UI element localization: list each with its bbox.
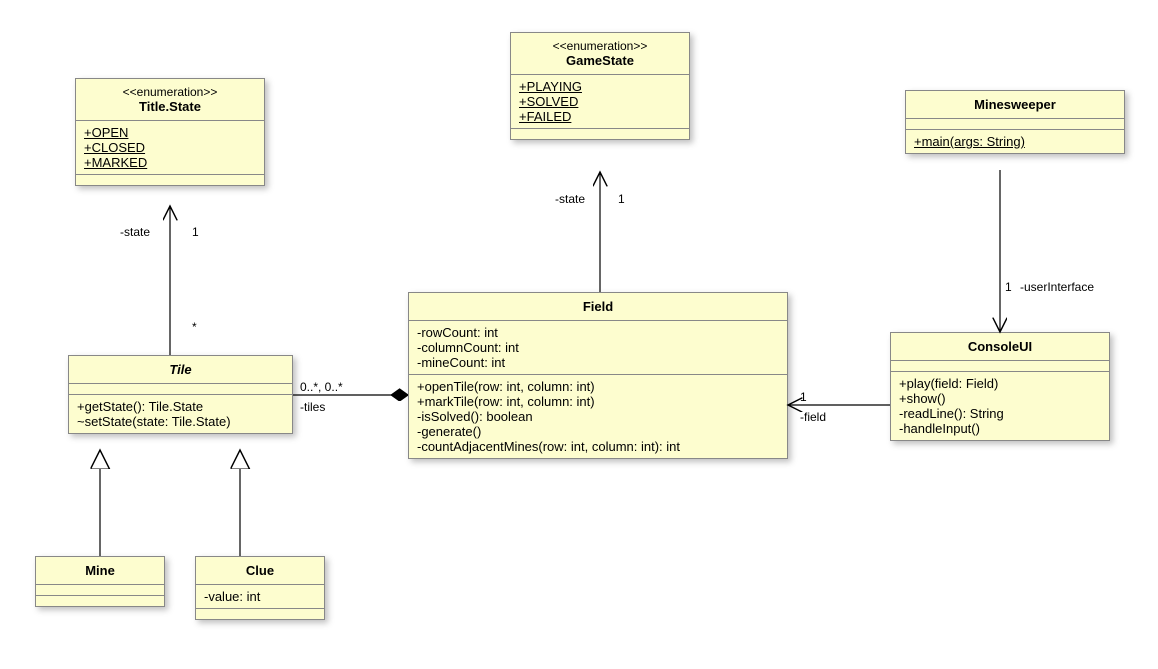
tile-methods: +getState(): Tile.State ~setState(state:… bbox=[69, 394, 292, 433]
method: ~setState(state: Tile.State) bbox=[77, 414, 284, 429]
title-state-stereotype: <<enumeration>> bbox=[84, 85, 256, 99]
class-field: Field -rowCount: int -columnCount: int -… bbox=[408, 292, 788, 459]
label-userinterface: -userInterface bbox=[1020, 280, 1094, 294]
attr: -rowCount: int bbox=[417, 325, 779, 340]
method: +markTile(row: int, column: int) bbox=[417, 394, 779, 409]
enum-value: +MARKED bbox=[84, 155, 256, 170]
method: -generate() bbox=[417, 424, 779, 439]
class-minesweeper: Minesweeper +main(args: String) bbox=[905, 90, 1125, 154]
mine-header: Mine bbox=[36, 557, 164, 584]
empty-section bbox=[511, 128, 689, 139]
clue-header: Clue bbox=[196, 557, 324, 584]
minesweeper-methods: +main(args: String) bbox=[906, 129, 1124, 153]
enum-value: +OPEN bbox=[84, 125, 256, 140]
empty-section bbox=[69, 383, 292, 394]
empty-section bbox=[76, 174, 264, 185]
method: +show() bbox=[899, 391, 1101, 406]
title-state-values: +OPEN +CLOSED +MARKED bbox=[76, 120, 264, 174]
consoleui-methods: +play(field: Field) +show() -readLine():… bbox=[891, 371, 1109, 440]
mine-name: Mine bbox=[44, 563, 156, 578]
class-console-ui: ConsoleUI +play(field: Field) +show() -r… bbox=[890, 332, 1110, 441]
title-state-header: <<enumeration>> Title.State bbox=[76, 79, 264, 120]
tile-header: Tile bbox=[69, 356, 292, 383]
class-mine: Mine bbox=[35, 556, 165, 607]
attr: -mineCount: int bbox=[417, 355, 779, 370]
class-tile: Tile +getState(): Tile.State ~setState(s… bbox=[68, 355, 293, 434]
class-game-state: <<enumeration>> GameState +PLAYING +SOLV… bbox=[510, 32, 690, 140]
label-one-gamestate: 1 bbox=[618, 192, 625, 206]
method: -countAdjacentMines(row: int, column: in… bbox=[417, 439, 779, 454]
minesweeper-header: Minesweeper bbox=[906, 91, 1124, 118]
label-field-role: -field bbox=[800, 410, 826, 424]
label-mult: 0..*, 0..* bbox=[300, 380, 343, 394]
tile-name: Tile bbox=[77, 362, 284, 377]
field-header: Field bbox=[409, 293, 787, 320]
field-methods: +openTile(row: int, column: int) +markTi… bbox=[409, 374, 787, 458]
label-one-tile: 1 bbox=[192, 225, 199, 239]
class-clue: Clue -value: int bbox=[195, 556, 325, 620]
label-one-field: 1 bbox=[800, 390, 807, 404]
enum-value: +FAILED bbox=[519, 109, 681, 124]
enum-value: +CLOSED bbox=[84, 140, 256, 155]
game-state-header: <<enumeration>> GameState bbox=[511, 33, 689, 74]
consoleui-header: ConsoleUI bbox=[891, 333, 1109, 360]
empty-section bbox=[36, 595, 164, 606]
label-tiles: -tiles bbox=[300, 400, 325, 414]
method: +openTile(row: int, column: int) bbox=[417, 379, 779, 394]
class-title-state: <<enumeration>> Title.State +OPEN +CLOSE… bbox=[75, 78, 265, 186]
method: -readLine(): String bbox=[899, 406, 1101, 421]
title-state-name: Title.State bbox=[84, 99, 256, 114]
method: +getState(): Tile.State bbox=[77, 399, 284, 414]
empty-section bbox=[196, 608, 324, 619]
attr: -value: int bbox=[204, 589, 316, 604]
enum-value: +SOLVED bbox=[519, 94, 681, 109]
empty-section bbox=[906, 118, 1124, 129]
minesweeper-name: Minesweeper bbox=[914, 97, 1116, 112]
empty-section bbox=[36, 584, 164, 595]
field-attrs: -rowCount: int -columnCount: int -mineCo… bbox=[409, 320, 787, 374]
game-state-stereotype: <<enumeration>> bbox=[519, 39, 681, 53]
clue-name: Clue bbox=[204, 563, 316, 578]
clue-attrs: -value: int bbox=[196, 584, 324, 608]
label-state-tile: -state bbox=[120, 225, 150, 239]
label-state-field: -state bbox=[555, 192, 585, 206]
label-star-tile: * bbox=[192, 320, 197, 334]
label-one-ui: 1 bbox=[1005, 280, 1012, 294]
field-name: Field bbox=[417, 299, 779, 314]
game-state-values: +PLAYING +SOLVED +FAILED bbox=[511, 74, 689, 128]
game-state-name: GameState bbox=[519, 53, 681, 68]
enum-value: +PLAYING bbox=[519, 79, 681, 94]
method: -isSolved(): boolean bbox=[417, 409, 779, 424]
method: -handleInput() bbox=[899, 421, 1101, 436]
method: +play(field: Field) bbox=[899, 376, 1101, 391]
attr: -columnCount: int bbox=[417, 340, 779, 355]
consoleui-name: ConsoleUI bbox=[899, 339, 1101, 354]
method: +main(args: String) bbox=[914, 134, 1116, 149]
empty-section bbox=[891, 360, 1109, 371]
